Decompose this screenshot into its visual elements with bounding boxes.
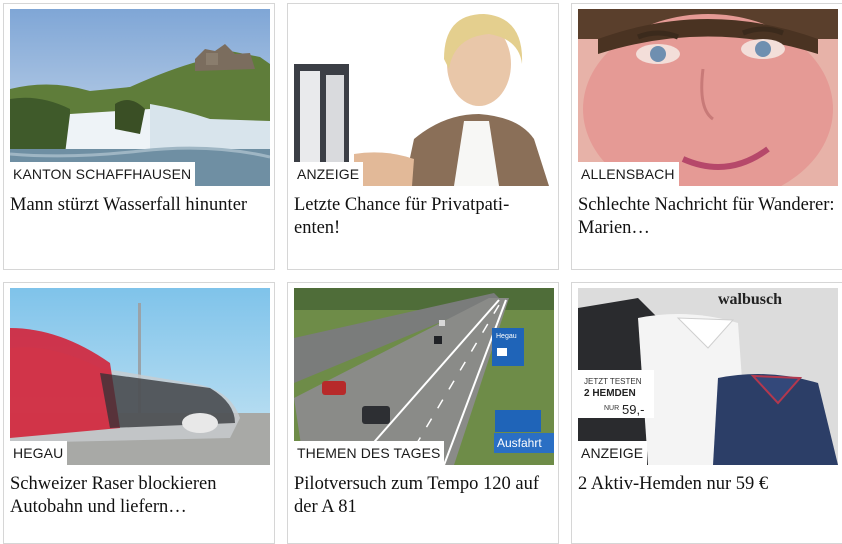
teaser-title[interactable]: Schweizer Raser blockieren Autobahn und … <box>10 473 268 519</box>
category-tag: ANZEIGE <box>578 441 648 465</box>
speeding-car-photo[interactable]: HEGAU <box>10 288 270 465</box>
waterfall-image <box>10 9 270 186</box>
category-tag: ANZEIGE <box>294 162 364 186</box>
businesswoman-image <box>294 9 554 186</box>
hegau-sign-text: Hegau <box>496 333 517 340</box>
teaser-title[interactable]: Letzte Chance für Privatpati-enten! <box>294 194 552 240</box>
teaser-card-waterfall[interactable]: KANTON SCHAFFHAUSEN Mann stürzt Wasserfa… <box>3 3 275 270</box>
man-portrait-photo[interactable]: ALLENSBACH <box>578 9 838 186</box>
businesswoman-photo[interactable]: ANZEIGE <box>294 9 554 186</box>
price-prefix: NUR <box>604 405 619 412</box>
ad-line1: JETZT TESTEN <box>584 377 642 386</box>
teaser-grid: KANTON SCHAFFHAUSEN Mann stürzt Wasserfa… <box>0 0 842 544</box>
highway-image: Ausfahrt Hegau <box>294 288 554 465</box>
highway-photo[interactable]: Ausfahrt Hegau THEMEN DES TAGES <box>294 288 554 465</box>
teaser-card-ad-shirts[interactable]: walbusch JETZT TESTEN 2 HEMDEN NUR 59,- … <box>571 282 842 544</box>
portrait-image <box>578 9 838 186</box>
ad-price: 59,- <box>622 402 644 417</box>
category-tag: ALLENSBACH <box>578 162 679 186</box>
waterfall-castle-photo[interactable]: KANTON SCHAFFHAUSEN <box>10 9 270 186</box>
shirts-image: walbusch JETZT TESTEN 2 HEMDEN NUR 59,- <box>578 288 838 465</box>
teaser-title[interactable]: Pilotversuch zum Tempo 120 auf der A 81 <box>294 473 552 519</box>
teaser-title[interactable]: 2 Aktiv-Hemden nur 59 € <box>578 473 836 496</box>
category-tag: KANTON SCHAFFHAUSEN <box>10 162 196 186</box>
ad-line2: 2 HEMDEN <box>584 388 636 399</box>
shirts-ad-photo[interactable]: walbusch JETZT TESTEN 2 HEMDEN NUR 59,- … <box>578 288 838 465</box>
category-tag: THEMEN DES TAGES <box>294 441 445 465</box>
brand-logo-text: walbusch <box>718 291 782 308</box>
teaser-title[interactable]: Schlechte Nachricht für Wanderer: Marien… <box>578 194 836 240</box>
exit-sign-text: Ausfahrt <box>497 436 542 450</box>
teaser-title[interactable]: Mann stürzt Wasserfall hinunter <box>10 194 268 217</box>
teaser-card-allensbach[interactable]: ALLENSBACH Schlechte Nachricht für Wande… <box>571 3 842 270</box>
category-tag: HEGAU <box>10 441 68 465</box>
teaser-card-ad-insurance[interactable]: ANZEIGE Letzte Chance für Privatpati-ent… <box>287 3 559 270</box>
car-image <box>10 288 270 465</box>
teaser-card-tempo120[interactable]: Ausfahrt Hegau THEMEN DES TAGES Pilotver… <box>287 282 559 544</box>
teaser-card-hegau[interactable]: HEGAU Schweizer Raser blockieren Autobah… <box>3 282 275 544</box>
